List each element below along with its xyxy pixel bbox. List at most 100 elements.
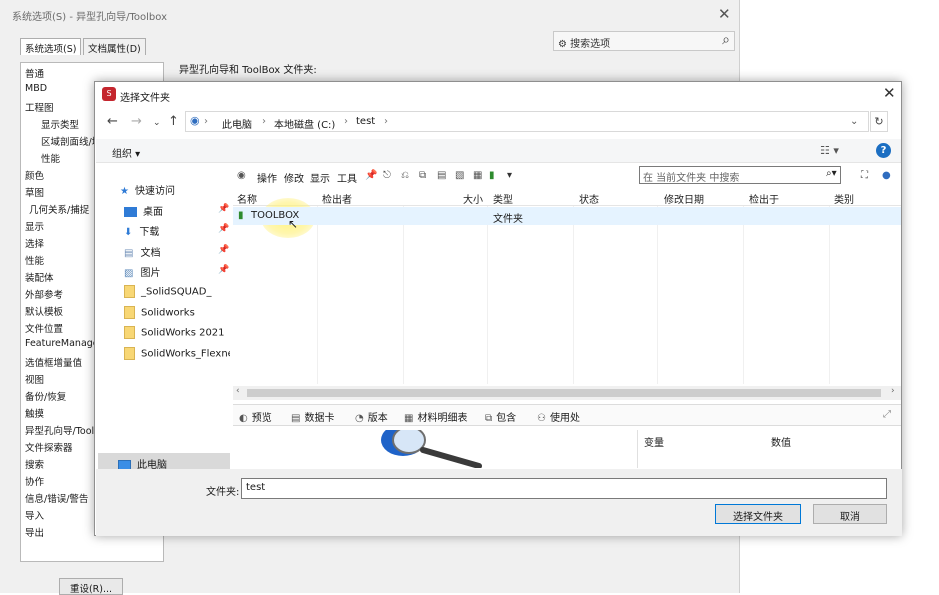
nav-folder[interactable]: _SolidSQUAD_	[124, 285, 211, 298]
tab-system-options[interactable]: 系统选项(S)	[20, 38, 82, 55]
options-close-icon[interactable]: ✕	[718, 5, 731, 23]
tree-item[interactable]: 区域剖面线/填	[41, 134, 101, 148]
reset-button[interactable]: 重设(R)...	[59, 578, 123, 595]
options-search-input[interactable]: ⚙ 搜索选项 ⌕	[553, 31, 735, 51]
scrollbar-thumb[interactable]	[247, 389, 881, 397]
datacard-icon: ▤	[291, 413, 301, 424]
nav-folder[interactable]: SolidWorks_Flexnet	[124, 347, 230, 360]
back-arrow-icon[interactable]: ←	[107, 114, 118, 129]
horizontal-scrollbar[interactable]: ‹ ›	[233, 386, 901, 400]
pdm-menu-action[interactable]: 操作	[257, 170, 277, 185]
get-version-icon[interactable]: ▤	[437, 170, 446, 181]
col-category[interactable]: 类别	[834, 191, 854, 206]
tree-item[interactable]: 工程图	[25, 100, 54, 114]
options-title: 系统选项(S) - 异型孔向导/Toolbox	[12, 12, 167, 23]
tree-item[interactable]: 显示类型	[41, 117, 79, 131]
tree-item[interactable]: 颜色	[25, 168, 44, 182]
quick-access-item[interactable]: ★ 快速访问	[120, 182, 175, 197]
tree-item[interactable]: 备份/恢复	[25, 389, 66, 403]
tree-item[interactable]: 外部参考	[25, 287, 63, 301]
tree-item[interactable]: 协作	[25, 474, 44, 488]
check-in-icon[interactable]: ⎌	[401, 170, 409, 181]
scroll-right-icon[interactable]: ›	[891, 386, 895, 396]
organize-button[interactable]: 组织 ▾	[112, 145, 140, 160]
tree-item[interactable]: 导入	[25, 508, 44, 522]
tree-item[interactable]: 默认模板	[25, 304, 63, 318]
tree-item[interactable]: 导出	[25, 525, 44, 539]
tree-item[interactable]: 文件探索器	[25, 440, 73, 454]
nav-item-downloads[interactable]: ⬇ 下载	[124, 223, 159, 238]
col-checked-out-by[interactable]: 检出者	[322, 191, 352, 206]
pdm-menu-modify[interactable]: 修改	[284, 170, 304, 185]
tree-item[interactable]: 显示	[25, 219, 44, 233]
select-folder-button[interactable]: 选择文件夹	[715, 504, 801, 524]
cancel-button[interactable]: 取消	[813, 504, 887, 524]
nav-folder[interactable]: SolidWorks 2021	[124, 326, 225, 339]
tree-item[interactable]: FeatureManager	[25, 338, 103, 349]
search-doc-icon[interactable]: ▧	[455, 170, 464, 181]
expand-icon[interactable]: ⤢	[883, 409, 891, 420]
nav-folder[interactable]: Solidworks	[124, 306, 195, 319]
help-icon[interactable]: ?	[876, 143, 891, 158]
tab-preview[interactable]: ◐ 预览	[239, 409, 272, 424]
tree-item[interactable]: 信息/错误/警告	[25, 491, 88, 505]
folder-search-input[interactable]: 在 当前文件夹 中搜索 ⌕▾	[639, 166, 841, 184]
breadcrumb-test[interactable]: test	[356, 116, 375, 127]
address-dropdown-icon[interactable]: ⌄	[850, 116, 858, 127]
tree-item[interactable]: 选择	[25, 236, 44, 250]
advanced-search-icon[interactable]: ⛶	[861, 170, 868, 181]
breadcrumb-drive-c[interactable]: 本地磁盘 (C:)	[274, 116, 335, 131]
pdm-menu-tools[interactable]: 工具	[337, 170, 357, 185]
tree-item[interactable]: 装配体	[25, 270, 54, 284]
tree-item[interactable]: 文件位置	[25, 321, 63, 335]
user-icon[interactable]: ●	[882, 170, 891, 181]
tab-datacard[interactable]: ▤ 数据卡	[291, 409, 334, 424]
col-type[interactable]: 类型	[493, 191, 513, 206]
search-icon[interactable]: ⌕	[722, 32, 730, 48]
copy-tree-icon[interactable]: ⧉	[419, 170, 426, 181]
scroll-left-icon[interactable]: ‹	[236, 386, 240, 396]
col-size[interactable]: 大小	[463, 191, 483, 206]
search-icon[interactable]: ⌕▾	[826, 168, 837, 179]
more-dropdown-icon[interactable]: ▾	[507, 170, 512, 181]
up-arrow-icon[interactable]: ↑	[168, 114, 179, 129]
nav-item-pictures[interactable]: ▨ 图片	[124, 264, 160, 279]
check-out-icon[interactable]: ⎋	[383, 170, 391, 181]
nav-item-documents[interactable]: ▤ 文档	[124, 244, 160, 259]
pin-icon[interactable]: 📌	[365, 170, 377, 181]
tree-item[interactable]: 搜索	[25, 457, 44, 471]
tree-item[interactable]: 选值框增量值	[25, 355, 82, 369]
folder-input[interactable]: test	[241, 478, 887, 499]
nav-item-desktop[interactable]: 桌面	[124, 203, 163, 218]
tab-document-properties[interactable]: 文档属性(D)	[83, 38, 146, 55]
breadcrumb-this-pc[interactable]: 此电脑	[222, 116, 252, 131]
tree-item[interactable]: 性能	[25, 253, 44, 267]
tree-item[interactable]: 几何关系/捕捉	[29, 202, 89, 216]
view-options-icon[interactable]: ☷ ▾	[820, 144, 839, 157]
dialog-close-icon[interactable]: ✕	[883, 84, 896, 102]
book-icon[interactable]: ▮	[489, 170, 495, 181]
tree-item[interactable]: 性能	[41, 151, 60, 165]
tab-where-used[interactable]: ⚇ 使用处	[537, 409, 580, 424]
tab-contains[interactable]: ⧉ 包含	[485, 409, 516, 424]
tree-item[interactable]: 触摸	[25, 406, 44, 420]
pin-icon: 📌	[218, 224, 230, 234]
recent-dropdown-icon[interactable]: ⌄	[153, 118, 161, 128]
tab-bom[interactable]: ▦ 材料明细表	[404, 409, 467, 424]
col-state[interactable]: 状态	[579, 191, 599, 206]
refresh-icon[interactable]: ↻	[870, 111, 888, 132]
column-divider	[573, 206, 574, 384]
tree-item[interactable]: MBD	[25, 83, 47, 94]
pdm-menu-display[interactable]: 显示	[310, 170, 330, 185]
address-bar[interactable]: ◉ › 此电脑 › 本地磁盘 (C:) › test › ⌄	[185, 111, 869, 132]
col-modified[interactable]: 修改日期	[664, 191, 704, 206]
tab-version[interactable]: ◔ 版本	[355, 409, 388, 424]
tree-item[interactable]: 视图	[25, 372, 44, 386]
col-name[interactable]: 名称	[237, 191, 257, 206]
col-checked-out-in[interactable]: 检出于	[749, 191, 779, 206]
tree-item[interactable]: 草图	[25, 185, 44, 199]
table-row[interactable]: ▮ TOOLBOX 文件夹	[233, 207, 901, 225]
forward-arrow-icon[interactable]: →	[131, 114, 142, 129]
add-file-icon[interactable]: ▦	[473, 170, 482, 181]
tree-item[interactable]: 普通	[25, 66, 44, 80]
